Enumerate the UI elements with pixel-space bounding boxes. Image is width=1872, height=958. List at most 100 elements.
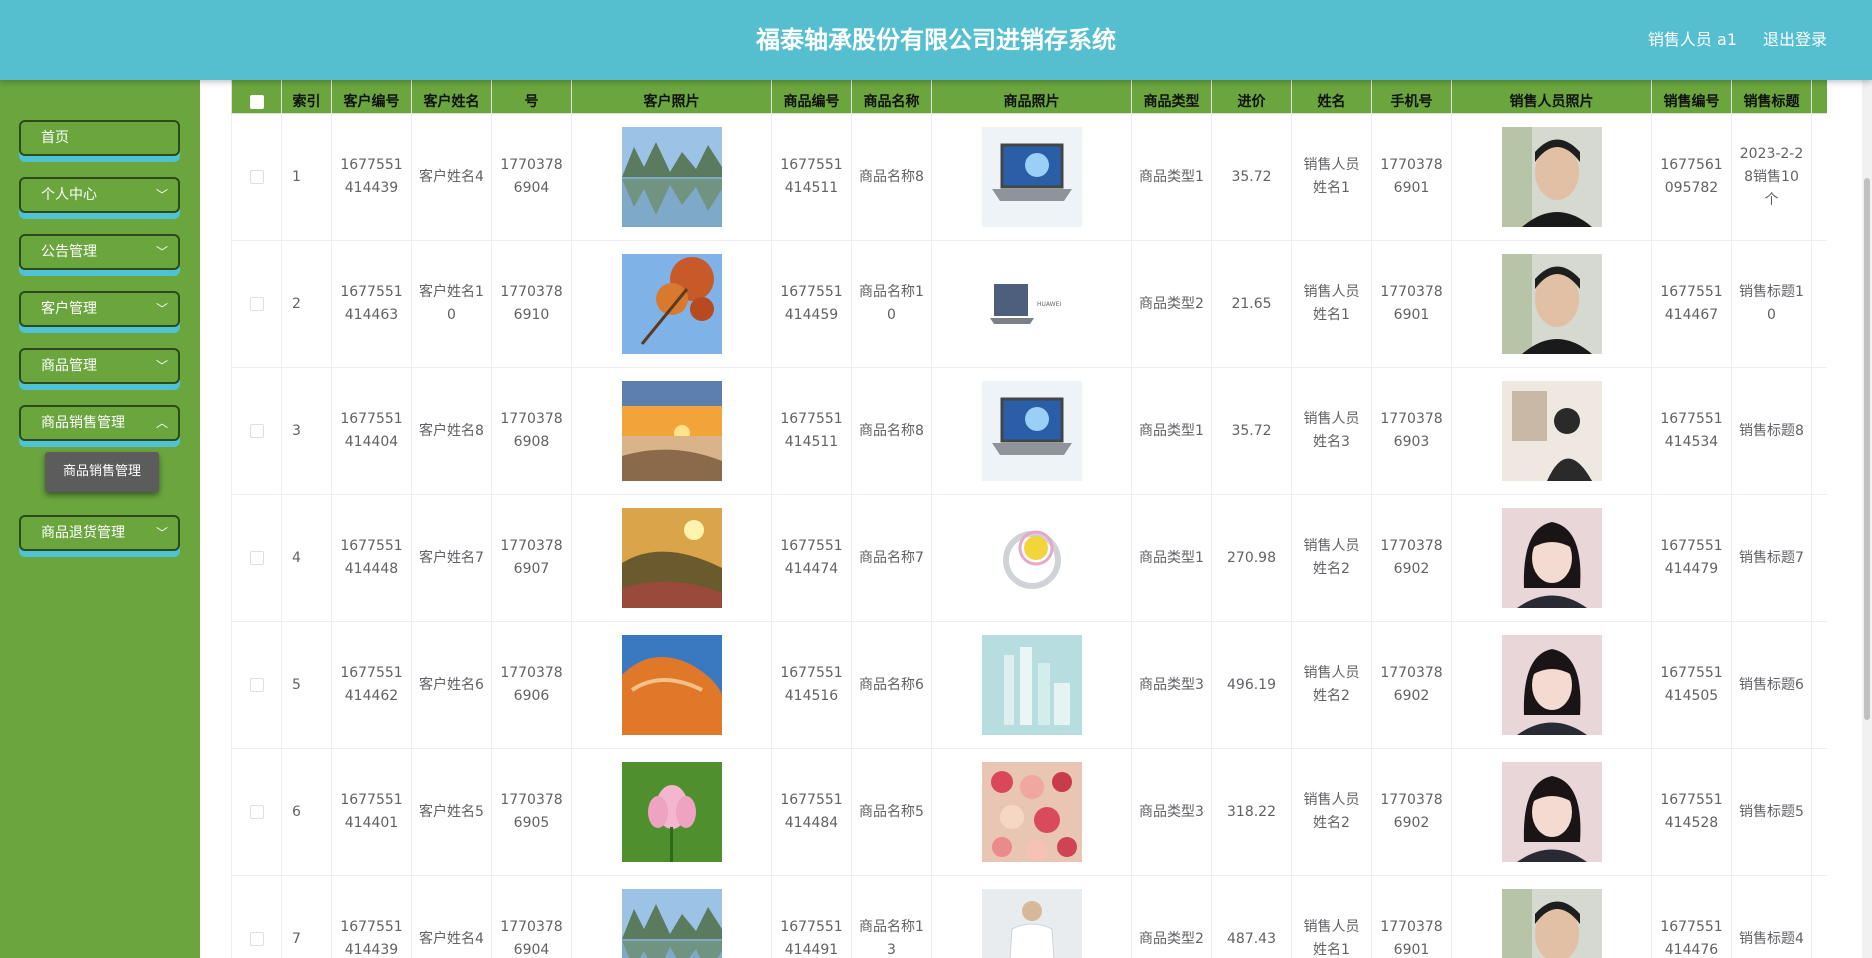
cell-customer-photo bbox=[571, 240, 772, 368]
sales-photo-image[interactable] bbox=[1501, 762, 1602, 862]
row-checkbox[interactable] bbox=[249, 804, 264, 819]
product-photo-image[interactable] bbox=[981, 508, 1082, 608]
cell-index: 4 bbox=[281, 494, 332, 622]
menu-item-product-management[interactable]: 商品管理 ﹀ bbox=[19, 348, 180, 384]
product-photo-image[interactable] bbox=[981, 889, 1082, 958]
menu-item-return-management[interactable]: 商品退货管理 ﹀ bbox=[19, 515, 180, 551]
sales-photo-image[interactable] bbox=[1501, 635, 1602, 735]
row-checkbox[interactable] bbox=[249, 550, 264, 565]
cell-sale-title: 2023-2-28销售10个 bbox=[1731, 113, 1812, 241]
cell-customer-no: 1677551414462 bbox=[331, 621, 412, 749]
cell-customer-photo bbox=[571, 875, 772, 958]
cell-price: 487.43 bbox=[1211, 875, 1292, 958]
menu-item-home[interactable]: 首页 bbox=[19, 120, 180, 156]
customer-photo-image[interactable] bbox=[621, 508, 722, 608]
cell-sale-title: 销售标题8 bbox=[1731, 367, 1812, 495]
customer-photo-image[interactable] bbox=[621, 762, 722, 862]
cell-customer-name: 客户姓名10 bbox=[411, 240, 492, 368]
cell-sale-no: 1677551414479 bbox=[1651, 494, 1732, 622]
product-photo-image[interactable] bbox=[981, 381, 1082, 481]
product-photo-image[interactable] bbox=[981, 127, 1082, 227]
cell-customer-phone: 17703786906 bbox=[491, 621, 572, 749]
row-checkbox-cell bbox=[231, 113, 282, 241]
table-row: 6 1677551414401 客户姓名5 17703786905 1677551414… bbox=[231, 748, 1827, 876]
cell-customer-name: 客户姓名8 bbox=[411, 367, 492, 495]
cell-overflow bbox=[1811, 240, 1827, 368]
cell-overflow bbox=[1811, 367, 1827, 495]
cell-sale-no: 1677551414528 bbox=[1651, 748, 1732, 876]
cell-product-type: 商品类型1 bbox=[1131, 494, 1212, 622]
chevron-up-icon: ︿ bbox=[155, 416, 168, 430]
cell-sales-name: 销售人员姓名1 bbox=[1291, 875, 1372, 958]
menu-item-label: 公告管理 bbox=[41, 244, 97, 260]
cell-sales-phone: 17703786901 bbox=[1371, 240, 1452, 368]
cell-product-type: 商品类型1 bbox=[1131, 113, 1212, 241]
page-scrollbar-thumb[interactable] bbox=[1864, 178, 1870, 720]
cell-sales-phone: 17703786901 bbox=[1371, 875, 1452, 958]
cell-index: 6 bbox=[281, 748, 332, 876]
cell-product-name: 商品名称8 bbox=[851, 367, 932, 495]
product-photo-image[interactable] bbox=[981, 635, 1082, 735]
submenu-item-sales-management[interactable]: 商品销售管理 bbox=[45, 452, 159, 492]
customer-photo-image[interactable] bbox=[621, 635, 722, 735]
cell-customer-phone: 17703786904 bbox=[491, 875, 572, 958]
cell-product-name: 商品名称7 bbox=[851, 494, 932, 622]
row-checkbox[interactable] bbox=[249, 169, 264, 184]
cell-overflow bbox=[1811, 113, 1827, 241]
cell-product-no: 1677551414491 bbox=[771, 875, 852, 958]
row-checkbox-cell bbox=[231, 875, 282, 958]
sales-photo-image[interactable] bbox=[1501, 254, 1602, 354]
customer-photo-image[interactable] bbox=[621, 254, 722, 354]
customer-photo-image[interactable] bbox=[621, 381, 722, 481]
cell-sales-photo bbox=[1451, 621, 1652, 749]
sales-table: 索引 客户编号 客户姓名 号 客户照片 商品编号 商品名称 商品照片 商品类型 … bbox=[231, 56, 1827, 958]
table-row: 2 1677551414463 客户姓名10 17703786910 167755141… bbox=[231, 240, 1827, 368]
cell-sales-name: 销售人员姓名2 bbox=[1291, 494, 1372, 622]
cell-product-type: 商品类型3 bbox=[1131, 621, 1212, 749]
sales-photo-image[interactable] bbox=[1501, 127, 1602, 227]
cell-customer-phone: 17703786905 bbox=[491, 748, 572, 876]
cell-customer-photo bbox=[571, 113, 772, 241]
row-checkbox-cell bbox=[231, 621, 282, 749]
cell-product-photo bbox=[931, 367, 1132, 495]
select-all-checkbox[interactable] bbox=[249, 95, 264, 109]
sales-photo-image[interactable] bbox=[1501, 889, 1602, 958]
row-checkbox[interactable] bbox=[249, 677, 264, 692]
cell-product-type: 商品类型2 bbox=[1131, 240, 1212, 368]
cell-product-name: 商品名称6 bbox=[851, 621, 932, 749]
customer-photo-image[interactable] bbox=[621, 889, 722, 958]
chevron-down-icon: ﹀ bbox=[155, 302, 168, 316]
cell-sale-no: 1677551414505 bbox=[1651, 621, 1732, 749]
app-title: 福泰轴承股份有限公司进销存系统 bbox=[756, 26, 1116, 54]
row-checkbox[interactable] bbox=[249, 931, 264, 946]
cell-sales-name: 销售人员姓名1 bbox=[1291, 240, 1372, 368]
row-checkbox[interactable] bbox=[249, 296, 264, 311]
menu-item-label: 商品管理 bbox=[41, 358, 97, 374]
menu-item-label: 商品退货管理 bbox=[41, 525, 125, 541]
menu-item-personal-center[interactable]: 个人中心 ﹀ bbox=[19, 177, 180, 213]
cell-product-no: 1677551414474 bbox=[771, 494, 852, 622]
cell-sale-no: 1677551414534 bbox=[1651, 367, 1732, 495]
product-photo-image[interactable] bbox=[981, 762, 1082, 862]
sales-photo-image[interactable] bbox=[1501, 508, 1602, 608]
product-photo-image[interactable]: HUAWEI bbox=[981, 254, 1082, 354]
table-row: 1 1677551414439 客户姓名4 17703786904 1677551414… bbox=[231, 113, 1827, 241]
cell-sales-phone: 17703786902 bbox=[1371, 621, 1452, 749]
row-checkbox[interactable] bbox=[249, 423, 264, 438]
customer-photo-image[interactable] bbox=[621, 127, 722, 227]
cell-product-no: 1677551414484 bbox=[771, 748, 852, 876]
cell-sale-no: 1677551414476 bbox=[1651, 875, 1732, 958]
row-checkbox-cell bbox=[231, 748, 282, 876]
menu-item-customer-management[interactable]: 客户管理 ﹀ bbox=[19, 291, 180, 327]
cell-customer-no: 1677551414463 bbox=[331, 240, 412, 368]
table-row: 7 1677551414439 客户姓名4 17703786904 1677551414… bbox=[231, 875, 1827, 958]
sales-photo-image[interactable] bbox=[1501, 381, 1602, 481]
cell-customer-phone: 17703786908 bbox=[491, 367, 572, 495]
cell-sales-photo bbox=[1451, 494, 1652, 622]
menu-item-notice-management[interactable]: 公告管理 ﹀ bbox=[19, 234, 180, 270]
menu-item-sales-management[interactable]: 商品销售管理 ︿ bbox=[19, 405, 180, 441]
cell-product-name: 商品名称13 bbox=[851, 875, 932, 958]
cell-sales-photo bbox=[1451, 240, 1652, 368]
cell-customer-phone: 17703786907 bbox=[491, 494, 572, 622]
logout-link[interactable]: 退出登录 bbox=[1763, 28, 1827, 52]
